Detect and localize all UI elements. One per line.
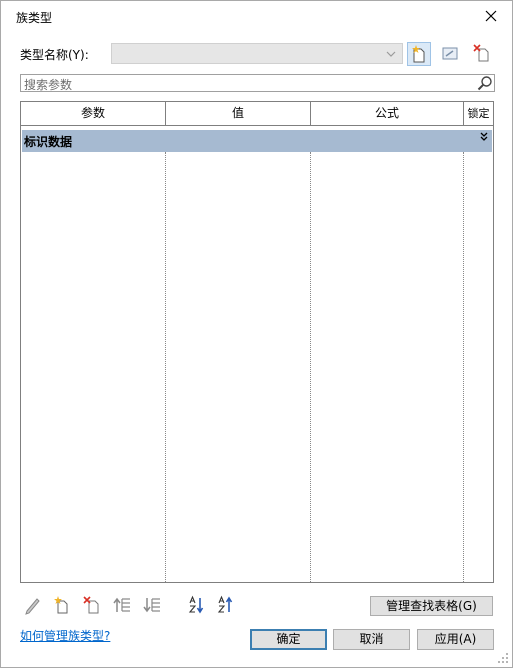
move-up-icon	[113, 597, 130, 612]
resize-grip-icon[interactable]	[497, 652, 509, 664]
new-type-icon	[412, 45, 425, 63]
search-icon[interactable]	[477, 75, 493, 91]
rename-type-icon	[442, 47, 458, 60]
parameter-search-field[interactable]: 搜索参数	[20, 74, 495, 92]
apply-button[interactable]: 应用(A)	[417, 629, 494, 650]
delete-parameter-button[interactable]	[82, 595, 102, 615]
column-divider	[463, 152, 464, 582]
title-bar: 族类型	[1, 1, 512, 31]
manage-lookup-tables-button[interactable]: 管理查找表格(G)	[370, 596, 493, 616]
new-parameter-button[interactable]	[52, 595, 72, 615]
ok-button[interactable]: 确定	[250, 629, 327, 650]
delete-type-icon	[473, 44, 489, 62]
move-down-icon	[143, 598, 160, 613]
cancel-button[interactable]: 取消	[333, 629, 410, 650]
rename-type-button[interactable]	[439, 42, 463, 66]
sort-ascending-button[interactable]	[187, 595, 207, 615]
dialog-title: 族类型	[16, 11, 53, 25]
collapse-chevron-icon[interactable]	[479, 132, 489, 142]
new-type-button[interactable]	[407, 42, 431, 66]
column-header-value[interactable]: 值	[166, 102, 311, 126]
chevron-down-icon	[386, 51, 396, 57]
column-divider	[310, 152, 311, 582]
sort-descending-button[interactable]	[216, 595, 236, 615]
column-header-formula[interactable]: 公式	[311, 102, 464, 126]
move-down-button[interactable]	[142, 595, 162, 615]
move-up-button[interactable]	[112, 595, 132, 615]
help-link[interactable]: 如何管理族类型?	[20, 627, 110, 644]
delete-parameter-icon	[83, 596, 99, 614]
column-header-parameter[interactable]: 参数	[21, 102, 166, 126]
search-placeholder: 搜索参数	[24, 78, 73, 92]
edit-parameter-icon	[25, 598, 40, 615]
edit-parameter-button[interactable]	[23, 595, 43, 615]
sort-ascending-icon	[188, 595, 204, 614]
column-header-lock[interactable]: 锁定	[464, 102, 493, 126]
close-button[interactable]	[477, 4, 505, 28]
new-parameter-icon	[54, 596, 68, 614]
type-name-label: 类型名称(Y):	[20, 48, 89, 62]
type-name-dropdown[interactable]	[111, 43, 403, 64]
parameters-table: 参数 值 公式 锁定 标识数据	[20, 101, 494, 583]
family-types-dialog: 族类型 类型名称(Y): 搜索参数 参数 值 公式 锁定 标识数据 管理查找表格…	[0, 0, 513, 668]
column-divider	[165, 152, 166, 582]
group-label: 标识数据	[24, 135, 73, 149]
sort-descending-icon	[217, 595, 233, 613]
group-header-identity-data[interactable]: 标识数据	[22, 130, 492, 152]
close-icon	[485, 10, 497, 22]
delete-type-button[interactable]	[471, 42, 495, 66]
